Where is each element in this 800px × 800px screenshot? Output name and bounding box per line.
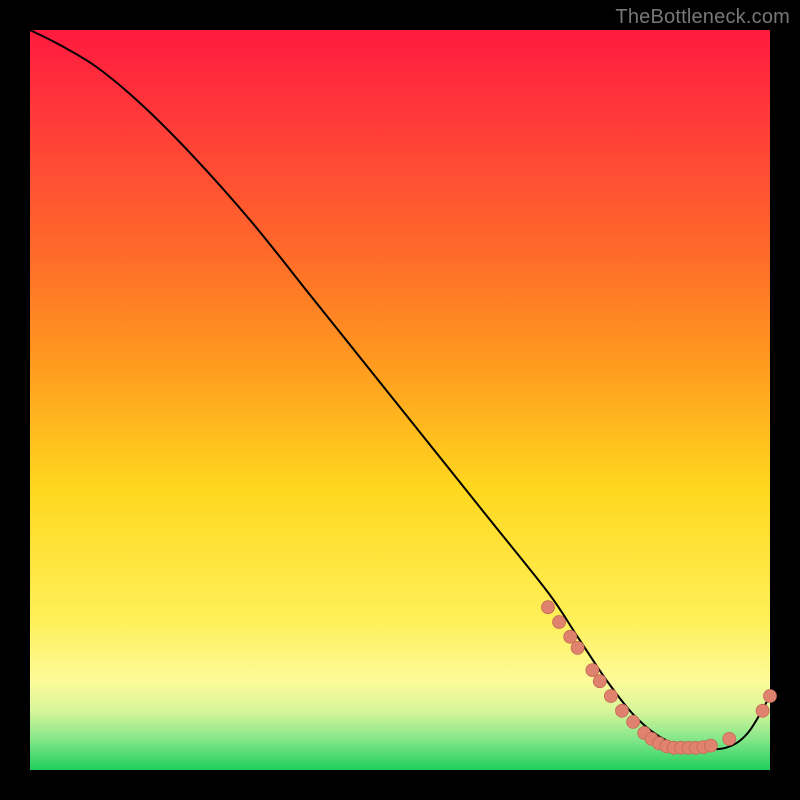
- data-marker: [627, 715, 640, 728]
- chart-stage: TheBottleneck.com: [0, 0, 800, 800]
- curve-markers: [542, 601, 777, 755]
- data-marker: [723, 732, 736, 745]
- watermark-text: TheBottleneck.com: [615, 6, 790, 29]
- data-marker: [704, 739, 717, 752]
- data-marker: [571, 641, 584, 654]
- data-marker: [553, 616, 566, 629]
- data-marker: [542, 601, 555, 614]
- curve-line: [30, 30, 770, 749]
- data-marker: [586, 664, 599, 677]
- chart-svg: [30, 30, 770, 770]
- data-marker: [593, 675, 606, 688]
- data-marker: [604, 690, 617, 703]
- data-marker: [564, 630, 577, 643]
- data-marker: [616, 704, 629, 717]
- plot-area: [30, 30, 770, 770]
- data-marker: [756, 704, 769, 717]
- data-marker: [764, 690, 777, 703]
